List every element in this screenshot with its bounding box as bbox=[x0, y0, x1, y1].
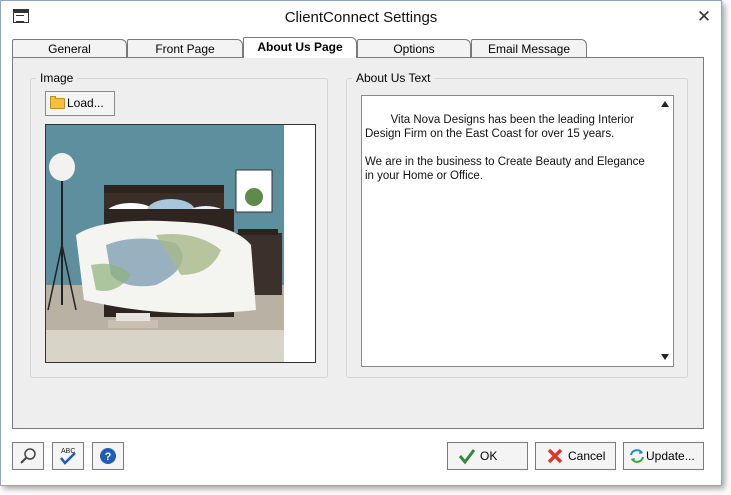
folder-icon bbox=[50, 96, 65, 109]
ok-button-label: OK bbox=[480, 449, 498, 463]
tab-general[interactable]: General bbox=[12, 39, 127, 57]
refresh-icon bbox=[630, 449, 644, 463]
update-button[interactable]: Update... bbox=[623, 442, 704, 470]
cancel-button[interactable]: Cancel bbox=[535, 442, 616, 470]
scroll-up-arrow-icon[interactable] bbox=[661, 101, 669, 107]
about-us-text-label: About Us Text bbox=[352, 71, 435, 85]
tab-options[interactable]: Options bbox=[357, 39, 471, 57]
image-group: Image Load... bbox=[30, 71, 328, 378]
about-us-text-content: Vita Nova Designs has been the leading I… bbox=[365, 114, 645, 182]
about-us-image bbox=[45, 124, 316, 363]
cancel-x-icon bbox=[547, 448, 563, 464]
window-title: ClientConnect Settings bbox=[284, 9, 438, 26]
about-us-panel: Image Load... About Us Text Vita Nova De… bbox=[12, 57, 704, 429]
about-us-textarea[interactable]: Vita Nova Designs has been the leading I… bbox=[361, 95, 674, 367]
about-us-text-group: About Us Text Vita Nova Designs has been… bbox=[346, 71, 688, 378]
search-button[interactable] bbox=[12, 442, 44, 470]
checkmark-icon bbox=[458, 449, 476, 465]
help-icon: ? bbox=[100, 448, 116, 464]
svg-text:?: ? bbox=[105, 451, 112, 463]
spell-check-button[interactable]: ABC bbox=[52, 442, 84, 470]
load-button-label: Load... bbox=[67, 96, 104, 110]
load-image-button[interactable]: Load... bbox=[45, 91, 115, 116]
tab-about-us-page[interactable]: About Us Page bbox=[243, 37, 357, 58]
tab-email-message[interactable]: Email Message bbox=[471, 39, 587, 57]
help-button[interactable]: ? bbox=[92, 442, 124, 470]
title-bar: ClientConnect Settings ✕ bbox=[1, 1, 721, 33]
close-icon[interactable]: ✕ bbox=[694, 7, 714, 27]
scroll-down-arrow-icon[interactable] bbox=[661, 354, 669, 360]
ok-button[interactable]: OK bbox=[447, 442, 528, 470]
vertical-scrollbar[interactable] bbox=[658, 96, 673, 366]
update-button-label: Update... bbox=[646, 449, 695, 463]
image-group-label: Image bbox=[36, 71, 78, 85]
bedroom-photo bbox=[46, 125, 315, 362]
settings-window: ClientConnect Settings ✕ General Front P… bbox=[0, 0, 722, 486]
magnifier-icon bbox=[20, 448, 36, 464]
cancel-button-label: Cancel bbox=[568, 449, 606, 463]
tab-front-page[interactable]: Front Page bbox=[127, 39, 243, 57]
spell-check-icon: ABC bbox=[60, 448, 76, 465]
